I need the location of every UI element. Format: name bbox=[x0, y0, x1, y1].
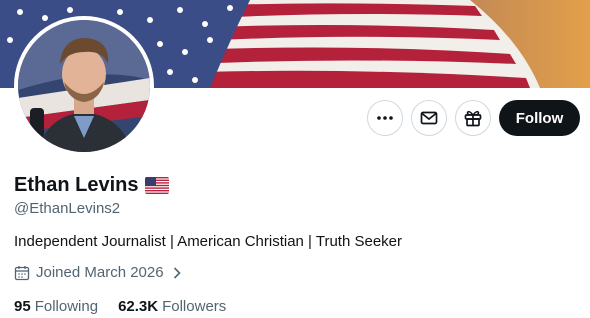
followers-count: 62.3K bbox=[118, 298, 159, 315]
following-link[interactable]: 95 Following bbox=[14, 298, 98, 315]
profile-photo-image bbox=[18, 20, 150, 152]
more-icon bbox=[377, 116, 393, 120]
profile-avatar[interactable] bbox=[14, 16, 154, 156]
mail-icon bbox=[420, 111, 438, 125]
follow-button[interactable]: Follow bbox=[499, 100, 580, 136]
joined-date[interactable]: Joined March 2026 bbox=[14, 264, 182, 281]
profile-name-row: Ethan Levins bbox=[14, 174, 170, 197]
display-name: Ethan Levins bbox=[14, 174, 139, 196]
following-count: 95 bbox=[14, 298, 31, 315]
profile-stats: 95 Following 62.3K Followers bbox=[14, 298, 226, 315]
followers-label: Followers bbox=[162, 298, 227, 315]
message-button[interactable] bbox=[411, 100, 447, 136]
us-flag-icon bbox=[145, 177, 170, 194]
profile-actions: Follow bbox=[367, 100, 580, 136]
following-label: Following bbox=[34, 298, 99, 315]
calendar-icon bbox=[14, 265, 30, 280]
gift-button[interactable] bbox=[455, 100, 491, 136]
profile-bio: Independent Journalist | American Christ… bbox=[14, 233, 403, 250]
gift-icon bbox=[464, 110, 482, 127]
joined-label: Joined March 2026 bbox=[36, 264, 164, 281]
chevron-right-icon bbox=[173, 266, 181, 279]
profile-handle: @EthanLevins2 bbox=[14, 200, 121, 217]
more-button[interactable] bbox=[367, 100, 403, 136]
followers-link[interactable]: 62.3K Followers bbox=[118, 298, 226, 315]
